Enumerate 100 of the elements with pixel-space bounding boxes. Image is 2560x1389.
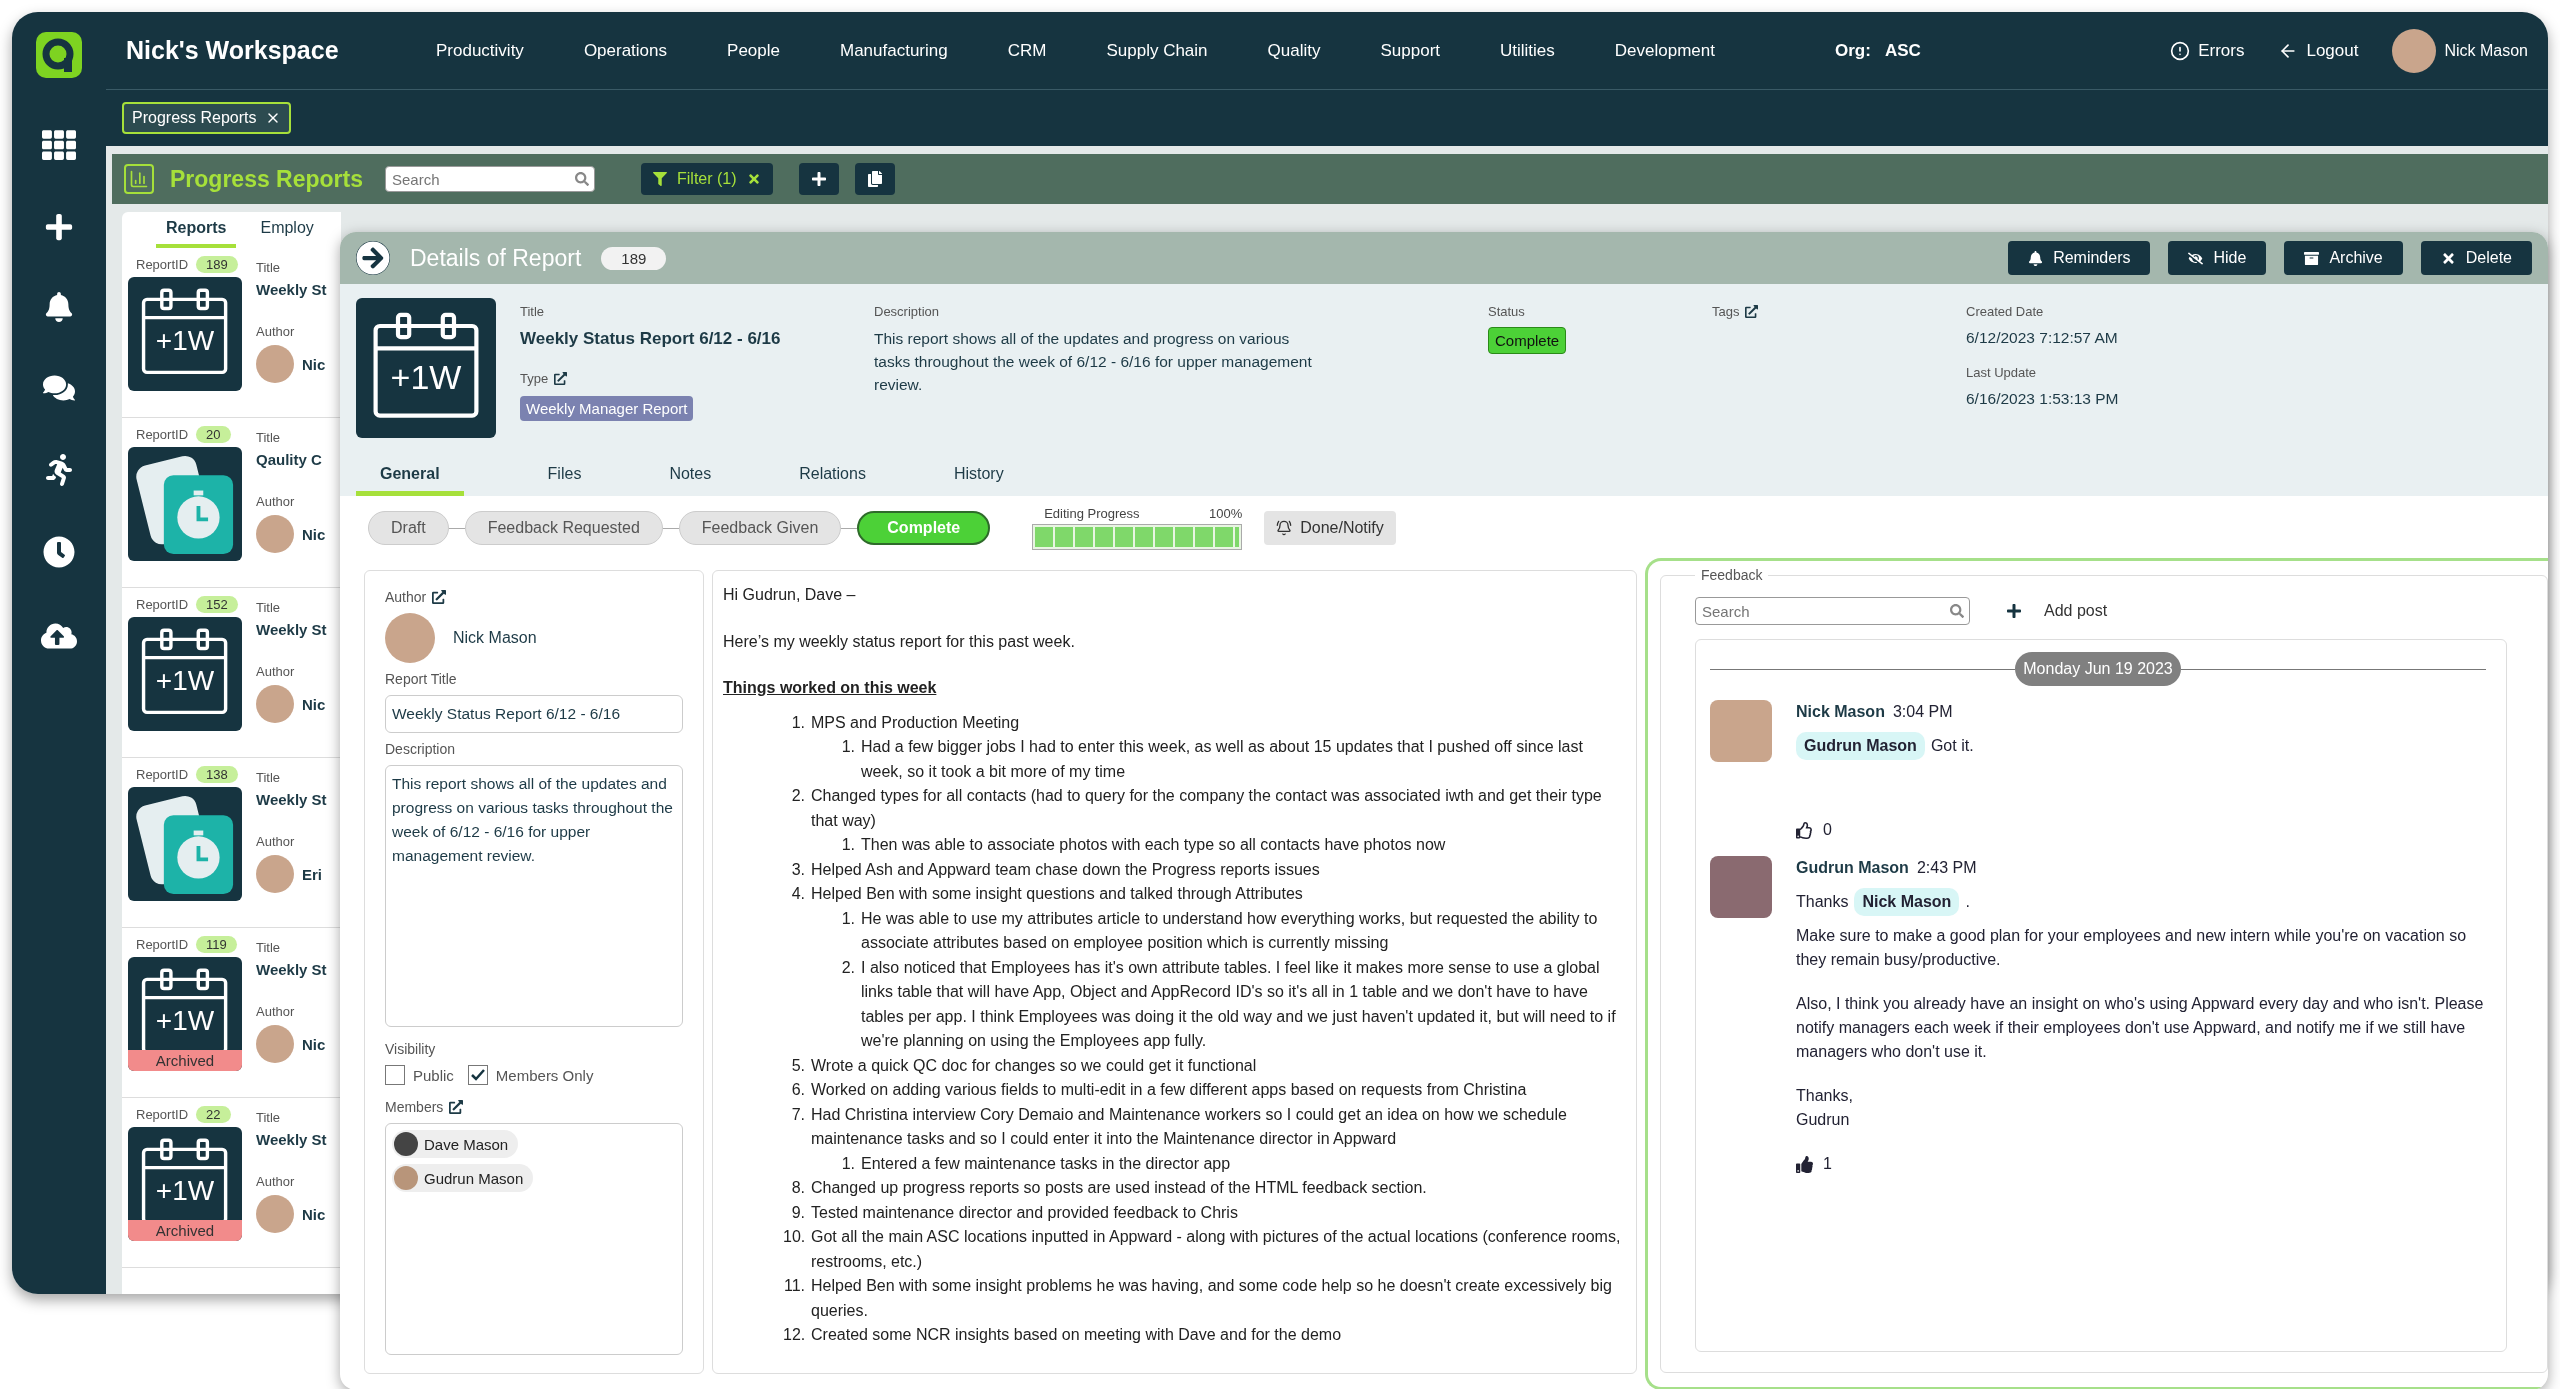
list-number: 12. <box>783 1325 807 1345</box>
mention-tag[interactable]: Gudrun Mason <box>1796 732 1925 760</box>
list-item-text: He was able to use my attributes article to understand how everything works, but requested the ability to associate attributes based on employee position which is currently missing <box>861 908 1599 953</box>
id-label: ReportID <box>136 427 189 442</box>
count-badge: 189 <box>601 246 667 270</box>
done-notify-button[interactable]: Done/Notify <box>1264 511 1396 545</box>
nav-link[interactable]: Development <box>1614 40 1715 61</box>
list-number: 1. <box>790 712 806 733</box>
report-card[interactable]: ReportID 189 +1W Title Weekly St Author Nic <box>122 248 341 418</box>
close-icon[interactable] <box>746 172 761 186</box>
nav-link[interactable]: Manufacturing <box>840 40 948 61</box>
close-icon <box>2440 250 2456 266</box>
nav-link[interactable]: Productivity <box>436 40 524 61</box>
arrow-right-icon[interactable] <box>356 241 390 275</box>
report-card[interactable]: ReportID 22 +1W Archived Title Weekly St Author Nic <box>122 1098 341 1268</box>
stage-button[interactable]: Draft <box>368 511 449 545</box>
logout-link[interactable]: Logout <box>2278 40 2359 61</box>
thumbnail-label: +1W <box>154 665 216 697</box>
apps-grid-icon[interactable] <box>42 128 76 162</box>
report-title: Weekly St <box>256 281 328 298</box>
open-tab[interactable]: Progress Reports <box>122 102 291 134</box>
nav-link[interactable]: Quality <box>1267 40 1321 61</box>
list-number: 7. <box>790 1104 806 1125</box>
nav-link[interactable]: Support <box>1380 40 1441 61</box>
report-card[interactable]: ReportID 138 Title Weekly St Author Eri <box>122 758 341 928</box>
external-link-icon[interactable] <box>554 372 568 385</box>
list-item-text: Created some NCR insights based on meeting with Dave and for the demo <box>811 1325 1342 1345</box>
progress-reading: 100% <box>1208 506 1243 521</box>
app-logo <box>36 32 82 78</box>
workspace-title: Nick's Workspace <box>126 36 340 65</box>
id-label: ReportID <box>136 767 189 782</box>
list-item-text: Then was able to associate photos with each type so all contacts have photos now <box>861 835 1446 855</box>
field-label: Members <box>385 1099 444 1115</box>
report-title-field[interactable]: Weekly Status Report 6/12 - 6/16 <box>385 695 683 733</box>
field-label: Description <box>385 741 457 757</box>
plus-icon <box>2006 603 2022 619</box>
checkbox[interactable] <box>385 1065 405 1085</box>
tab[interactable]: Files <box>523 465 606 496</box>
report-title: Weekly St <box>256 621 328 638</box>
author-avatar <box>256 345 294 383</box>
nav-link[interactable]: CRM <box>1007 40 1047 61</box>
external-link-icon[interactable] <box>432 590 447 604</box>
description-field[interactable]: This report shows all of the updates and progress on various tasks throughout the week of 6/12 - 6/16 for upper management review. <box>385 765 683 1027</box>
updated-date: 6/16/2023 1:53:13 PM <box>1966 390 2119 408</box>
search-field[interactable]: Search <box>385 166 595 192</box>
search-icon <box>1950 604 1964 618</box>
member-chip: Gudrun Mason <box>392 1164 534 1192</box>
report-title: Weekly St <box>256 1131 328 1148</box>
author-name: Nic <box>302 695 326 713</box>
thumbs-up-icon[interactable] <box>1796 821 1813 839</box>
list-item-text: Wrote a quick QC doc for changes so we could get it functional <box>811 1055 1257 1076</box>
report-card[interactable]: ReportID 20 Title Qaulity C Author Nic <box>122 418 341 588</box>
report-description: This report shows all of the updates and progress on various tasks throughout the week of 6/12 - 6/16 for upper management review. <box>874 329 1313 395</box>
add-post-button[interactable]: Add post <box>2000 601 2114 621</box>
nav-link[interactable]: People <box>727 40 780 61</box>
list-item-text: Got all the main ASC locations inputted in Appward - along with pictures of the actual locations (conference rooms, restrooms, etc.) <box>811 1227 1622 1272</box>
errors-link[interactable]: Errors <box>2170 40 2245 61</box>
list-number: 11. <box>783 1276 806 1296</box>
action-button[interactable]: Hide <box>2168 241 2267 275</box>
post-author: Gudrun Mason <box>1796 858 1909 878</box>
external-link-icon[interactable] <box>449 1100 464 1114</box>
filter-button[interactable]: Filter (1) <box>641 163 773 195</box>
section-legend: Feedback <box>1695 567 1769 583</box>
plus-icon[interactable] <box>44 212 74 242</box>
action-button[interactable]: Archive <box>2284 241 2403 275</box>
author-avatar <box>256 685 294 723</box>
copy-button[interactable] <box>854 163 895 195</box>
field-label: Author <box>385 589 427 605</box>
thumbs-up-icon[interactable] <box>1796 1155 1813 1173</box>
list-number: 10. <box>783 1227 807 1247</box>
post-time: 3:04 PM <box>1892 702 1953 722</box>
checkbox[interactable] <box>467 1065 488 1085</box>
list-number: 1. <box>840 908 856 929</box>
clock-icon[interactable] <box>43 536 75 568</box>
plus-icon <box>810 171 827 187</box>
post-text: Got it. <box>1930 736 1974 756</box>
tab[interactable]: History <box>929 465 1028 496</box>
bell-icon[interactable] <box>44 292 74 322</box>
nav-link[interactable]: Utilities <box>1500 40 1555 61</box>
stage-button[interactable]: Feedback Given <box>678 511 842 545</box>
search-field[interactable]: Search <box>1695 597 1970 625</box>
add-button[interactable] <box>798 163 839 195</box>
id-label: ReportID <box>136 937 189 952</box>
list-tab[interactable]: Employ <box>250 216 324 248</box>
external-link-icon[interactable] <box>1745 305 1759 318</box>
nav-link[interactable]: Operations <box>583 40 668 61</box>
list-item-text: Helped Ben with some insight questions and talked through Attributes <box>811 884 1303 904</box>
nav-link[interactable]: Supply Chain <box>1106 40 1208 61</box>
tab[interactable]: Notes <box>645 465 736 496</box>
running-person-icon[interactable] <box>43 454 75 486</box>
mention-tag[interactable]: Nick Mason <box>1854 888 1960 916</box>
report-card[interactable]: ReportID 152 +1W Title Weekly St Author Nic <box>122 588 341 758</box>
list-tab[interactable]: Reports <box>156 216 237 248</box>
id-badge: 20 <box>196 426 231 443</box>
action-button[interactable]: Delete <box>2420 241 2532 275</box>
report-card[interactable]: ReportID 119 +1W Archived Title Weekly St Author Nic <box>122 928 341 1098</box>
action-button[interactable]: Reminders <box>2008 241 2151 275</box>
tab[interactable]: Relations <box>775 465 890 496</box>
tab[interactable]: General <box>356 465 464 496</box>
stage-button[interactable]: Feedback Requested <box>464 511 663 545</box>
